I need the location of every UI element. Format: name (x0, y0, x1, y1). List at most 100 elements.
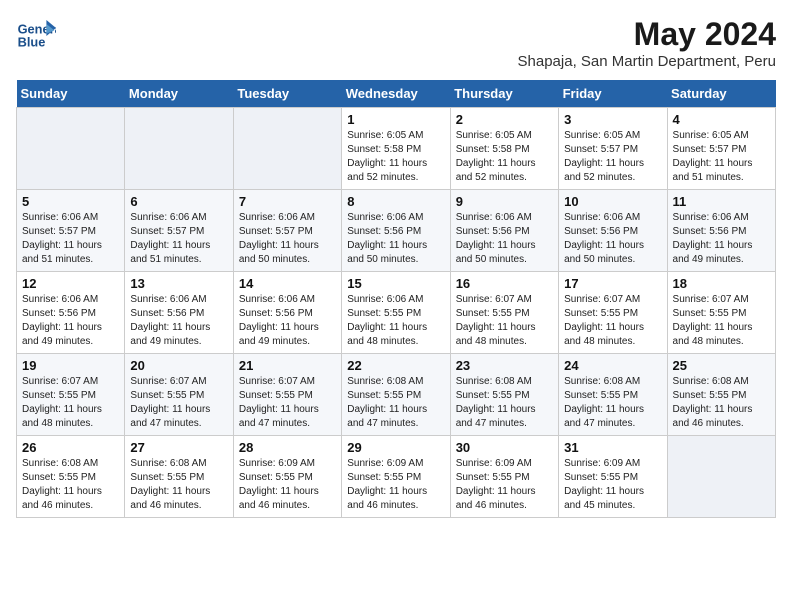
day-info: Sunrise: 6:09 AM Sunset: 5:55 PM Dayligh… (239, 457, 336, 513)
calendar-cell: 25 Sunrise: 6:08 AM Sunset: 5:55 PM Dayli… (667, 354, 775, 436)
logo-icon: General Blue (16, 16, 56, 56)
calendar-cell (125, 108, 233, 190)
day-info: Sunrise: 6:08 AM Sunset: 5:55 PM Dayligh… (564, 375, 661, 431)
location-label: Shapaja, San Martin Department, Peru (518, 53, 776, 70)
header-wednesday: Wednesday (342, 80, 450, 108)
calendar-cell: 17 Sunrise: 6:07 AM Sunset: 5:55 PM Dayli… (559, 272, 667, 354)
day-info: Sunrise: 6:08 AM Sunset: 5:55 PM Dayligh… (456, 375, 553, 431)
day-info: Sunrise: 6:07 AM Sunset: 5:55 PM Dayligh… (456, 293, 553, 349)
calendar-cell: 21Sunrise: 6:07 AM Sunset: 5:55 PM Dayli… (233, 354, 341, 436)
header-tuesday: Tuesday (233, 80, 341, 108)
day-info: Sunrise: 6:08 AM Sunset: 5:55 PM Dayligh… (130, 457, 227, 513)
day-number: 7 (239, 194, 336, 209)
day-number: 6 (130, 194, 227, 209)
day-info: Sunrise: 6:05 AM Sunset: 5:57 PM Dayligh… (564, 129, 661, 185)
day-info: Sunrise: 6:09 AM Sunset: 5:55 PM Dayligh… (456, 457, 553, 513)
day-number: 13 (130, 276, 227, 291)
day-info: Sunrise: 6:06 AM Sunset: 5:57 PM Dayligh… (130, 211, 227, 267)
day-number: 15 (347, 276, 444, 291)
calendar-cell (667, 436, 775, 518)
day-number: 3 (564, 112, 661, 127)
day-number: 17 (564, 276, 661, 291)
day-info: Sunrise: 6:06 AM Sunset: 5:57 PM Dayligh… (22, 211, 119, 267)
calendar-cell: 24 Sunrise: 6:08 AM Sunset: 5:55 PM Dayli… (559, 354, 667, 436)
calendar-cell: 1 Sunrise: 6:05 AM Sunset: 5:58 PM Daylig… (342, 108, 450, 190)
calendar-cell: 12 Sunrise: 6:06 AM Sunset: 5:56 PM Dayli… (17, 272, 125, 354)
calendar-cell: 22 Sunrise: 6:08 AM Sunset: 5:55 PM Dayli… (342, 354, 450, 436)
calendar-cell (233, 108, 341, 190)
calendar-week-3: 12 Sunrise: 6:06 AM Sunset: 5:56 PM Dayli… (17, 272, 776, 354)
day-number: 10 (564, 194, 661, 209)
calendar-table: SundayMondayTuesdayWednesdayThursdayFrid… (16, 80, 776, 518)
calendar-cell: 15Sunrise: 6:06 AM Sunset: 5:55 PM Dayli… (342, 272, 450, 354)
calendar-week-5: 26Sunrise: 6:08 AM Sunset: 5:55 PM Dayli… (17, 436, 776, 518)
day-info: Sunrise: 6:07 AM Sunset: 5:55 PM Dayligh… (564, 293, 661, 349)
calendar-cell: 8 Sunrise: 6:06 AM Sunset: 5:56 PM Daylig… (342, 190, 450, 272)
day-info: Sunrise: 6:08 AM Sunset: 5:55 PM Dayligh… (673, 375, 770, 431)
day-info: Sunrise: 6:06 AM Sunset: 5:56 PM Dayligh… (347, 211, 444, 267)
day-info: Sunrise: 6:06 AM Sunset: 5:56 PM Dayligh… (239, 293, 336, 349)
day-number: 22 (347, 358, 444, 373)
day-info: Sunrise: 6:06 AM Sunset: 5:56 PM Dayligh… (456, 211, 553, 267)
day-info: Sunrise: 6:07 AM Sunset: 5:55 PM Dayligh… (130, 375, 227, 431)
calendar-week-1: 1 Sunrise: 6:05 AM Sunset: 5:58 PM Daylig… (17, 108, 776, 190)
day-number: 14 (239, 276, 336, 291)
day-number: 20 (130, 358, 227, 373)
day-number: 19 (22, 358, 119, 373)
day-info: Sunrise: 6:09 AM Sunset: 5:55 PM Dayligh… (347, 457, 444, 513)
calendar-cell: 7 Sunrise: 6:06 AM Sunset: 5:57 PM Daylig… (233, 190, 341, 272)
day-info: Sunrise: 6:06 AM Sunset: 5:57 PM Dayligh… (239, 211, 336, 267)
day-info: Sunrise: 6:09 AM Sunset: 5:55 PM Dayligh… (564, 457, 661, 513)
day-info: Sunrise: 6:07 AM Sunset: 5:55 PM Dayligh… (22, 375, 119, 431)
calendar-cell: 26Sunrise: 6:08 AM Sunset: 5:55 PM Dayli… (17, 436, 125, 518)
day-number: 25 (673, 358, 770, 373)
day-number: 2 (456, 112, 553, 127)
svg-text:Blue: Blue (18, 34, 46, 49)
calendar-cell: 31 Sunrise: 6:09 AM Sunset: 5:55 PM Dayli… (559, 436, 667, 518)
day-number: 1 (347, 112, 444, 127)
header-friday: Friday (559, 80, 667, 108)
calendar-cell: 13 Sunrise: 6:06 AM Sunset: 5:56 PM Dayli… (125, 272, 233, 354)
calendar-cell: 27 Sunrise: 6:08 AM Sunset: 5:55 PM Dayli… (125, 436, 233, 518)
calendar-cell: 18Sunrise: 6:07 AM Sunset: 5:55 PM Dayli… (667, 272, 775, 354)
day-number: 31 (564, 440, 661, 455)
calendar-header-row: SundayMondayTuesdayWednesdayThursdayFrid… (17, 80, 776, 108)
day-info: Sunrise: 6:07 AM Sunset: 5:55 PM Dayligh… (673, 293, 770, 349)
header-sunday: Sunday (17, 80, 125, 108)
calendar-cell: 9Sunrise: 6:06 AM Sunset: 5:56 PM Daylig… (450, 190, 558, 272)
calendar-cell (17, 108, 125, 190)
day-info: Sunrise: 6:08 AM Sunset: 5:55 PM Dayligh… (347, 375, 444, 431)
day-info: Sunrise: 6:05 AM Sunset: 5:58 PM Dayligh… (347, 129, 444, 185)
day-info: Sunrise: 6:06 AM Sunset: 5:56 PM Dayligh… (130, 293, 227, 349)
page-header: General Blue May 2024 Shapaja, San Marti… (16, 16, 776, 70)
day-number: 4 (673, 112, 770, 127)
day-number: 12 (22, 276, 119, 291)
calendar-cell: 10 Sunrise: 6:06 AM Sunset: 5:56 PM Dayli… (559, 190, 667, 272)
day-number: 11 (673, 194, 770, 209)
header-saturday: Saturday (667, 80, 775, 108)
day-info: Sunrise: 6:06 AM Sunset: 5:56 PM Dayligh… (564, 211, 661, 267)
calendar-cell: 14 Sunrise: 6:06 AM Sunset: 5:56 PM Dayli… (233, 272, 341, 354)
month-year-title: May 2024 (518, 16, 776, 53)
calendar-cell: 11 Sunrise: 6:06 AM Sunset: 5:56 PM Dayli… (667, 190, 775, 272)
calendar-cell: 28 Sunrise: 6:09 AM Sunset: 5:55 PM Dayli… (233, 436, 341, 518)
title-area: May 2024 Shapaja, San Martin Department,… (518, 16, 776, 70)
day-number: 29 (347, 440, 444, 455)
day-number: 24 (564, 358, 661, 373)
day-info: Sunrise: 6:06 AM Sunset: 5:56 PM Dayligh… (22, 293, 119, 349)
day-number: 27 (130, 440, 227, 455)
day-number: 16 (456, 276, 553, 291)
day-number: 28 (239, 440, 336, 455)
calendar-cell: 3 Sunrise: 6:05 AM Sunset: 5:57 PM Daylig… (559, 108, 667, 190)
day-info: Sunrise: 6:06 AM Sunset: 5:56 PM Dayligh… (673, 211, 770, 267)
calendar-week-2: 5Sunrise: 6:06 AM Sunset: 5:57 PM Daylig… (17, 190, 776, 272)
calendar-cell: 30Sunrise: 6:09 AM Sunset: 5:55 PM Dayli… (450, 436, 558, 518)
calendar-week-4: 19 Sunrise: 6:07 AM Sunset: 5:55 PM Dayli… (17, 354, 776, 436)
day-number: 21 (239, 358, 336, 373)
day-number: 8 (347, 194, 444, 209)
logo: General Blue (16, 16, 56, 56)
calendar-cell: 16 Sunrise: 6:07 AM Sunset: 5:55 PM Dayli… (450, 272, 558, 354)
calendar-cell: 19 Sunrise: 6:07 AM Sunset: 5:55 PM Dayli… (17, 354, 125, 436)
day-number: 23 (456, 358, 553, 373)
calendar-cell: 4Sunrise: 6:05 AM Sunset: 5:57 PM Daylig… (667, 108, 775, 190)
